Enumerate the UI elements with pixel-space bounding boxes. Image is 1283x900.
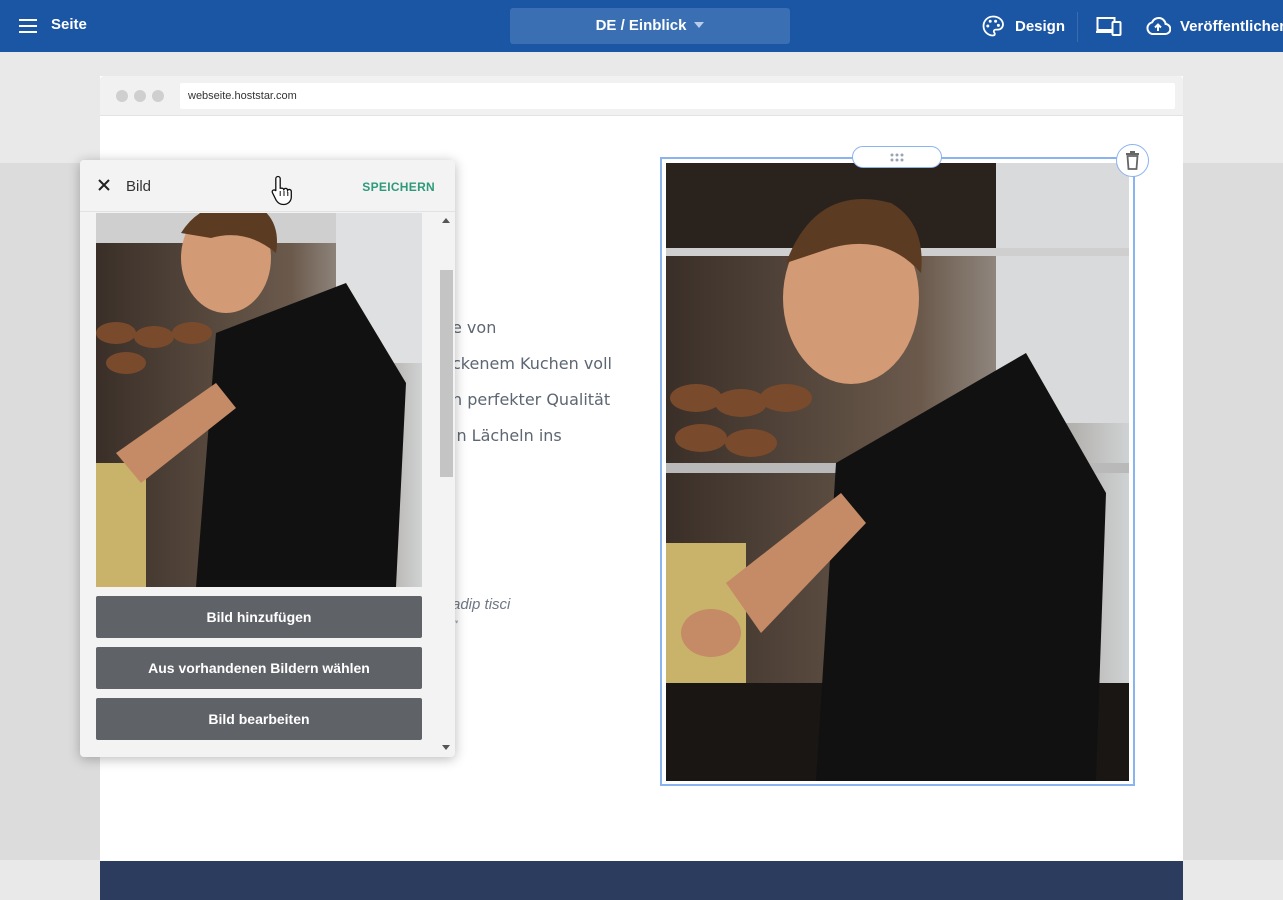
design-button-label[interactable]: Design: [1015, 18, 1065, 35]
url-field: webseite.hoststar.com: [180, 83, 1175, 109]
chevron-down-icon: [694, 22, 705, 28]
hand-cursor-icon: [271, 175, 292, 206]
edit-image-button[interactable]: Bild bearbeiten: [96, 698, 422, 740]
scroll-down-arrow-icon[interactable]: [442, 745, 450, 750]
drag-handle[interactable]: [852, 146, 942, 168]
palette-icon[interactable]: [982, 15, 1004, 37]
language-page-dropdown[interactable]: DE / Einblick: [510, 8, 790, 44]
close-icon[interactable]: [97, 178, 111, 192]
choose-existing-image-button[interactable]: Aus vorhandenen Bildern wählen: [96, 647, 422, 689]
language-page-label: DE / Einblick: [595, 17, 687, 34]
window-dot-icon: [152, 90, 164, 102]
add-image-button[interactable]: Bild hinzufügen: [96, 596, 422, 638]
page-footer: [100, 861, 1183, 900]
barista-photo[interactable]: [666, 163, 1129, 781]
page-menu-label[interactable]: Seite: [51, 16, 87, 33]
trash-icon: [1126, 151, 1139, 170]
browser-address-bar: webseite.hoststar.com: [100, 76, 1183, 116]
delete-image-button[interactable]: [1116, 144, 1149, 177]
toolbar-divider: [1077, 12, 1078, 42]
cloud-upload-icon[interactable]: [1145, 15, 1171, 37]
body-text-line: n perfekter Qualität: [452, 390, 611, 409]
window-dot-icon: [134, 90, 146, 102]
panel-title: Bild: [126, 178, 152, 195]
image-preview: [96, 213, 422, 587]
body-text-line: ckenem Kuchen voll: [452, 354, 612, 373]
scroll-up-arrow-icon[interactable]: [442, 218, 450, 223]
publish-button-label[interactable]: Veröffentlichen: [1180, 18, 1283, 35]
quote-text: adip tisci: [452, 596, 511, 613]
window-dot-icon: [116, 90, 128, 102]
barista-thumbnail: [96, 213, 422, 587]
image-settings-panel: Bild SPEICHERN Bild hinzufügen Aus vorha…: [80, 160, 455, 757]
hamburger-menu-icon[interactable]: [18, 15, 40, 37]
save-button[interactable]: SPEICHERN: [362, 180, 435, 194]
body-text-line: e von: [452, 318, 497, 337]
device-preview-icon[interactable]: [1096, 16, 1122, 36]
top-bar: Seite DE / Einblick Design Veröffentlich…: [0, 0, 1283, 52]
panel-header: Bild SPEICHERN: [80, 160, 455, 212]
scrollbar-thumb[interactable]: [440, 270, 453, 477]
drag-grip-icon: [890, 153, 904, 162]
body-text-line: in Lächeln ins: [452, 426, 562, 445]
barista-image: [666, 163, 1129, 781]
